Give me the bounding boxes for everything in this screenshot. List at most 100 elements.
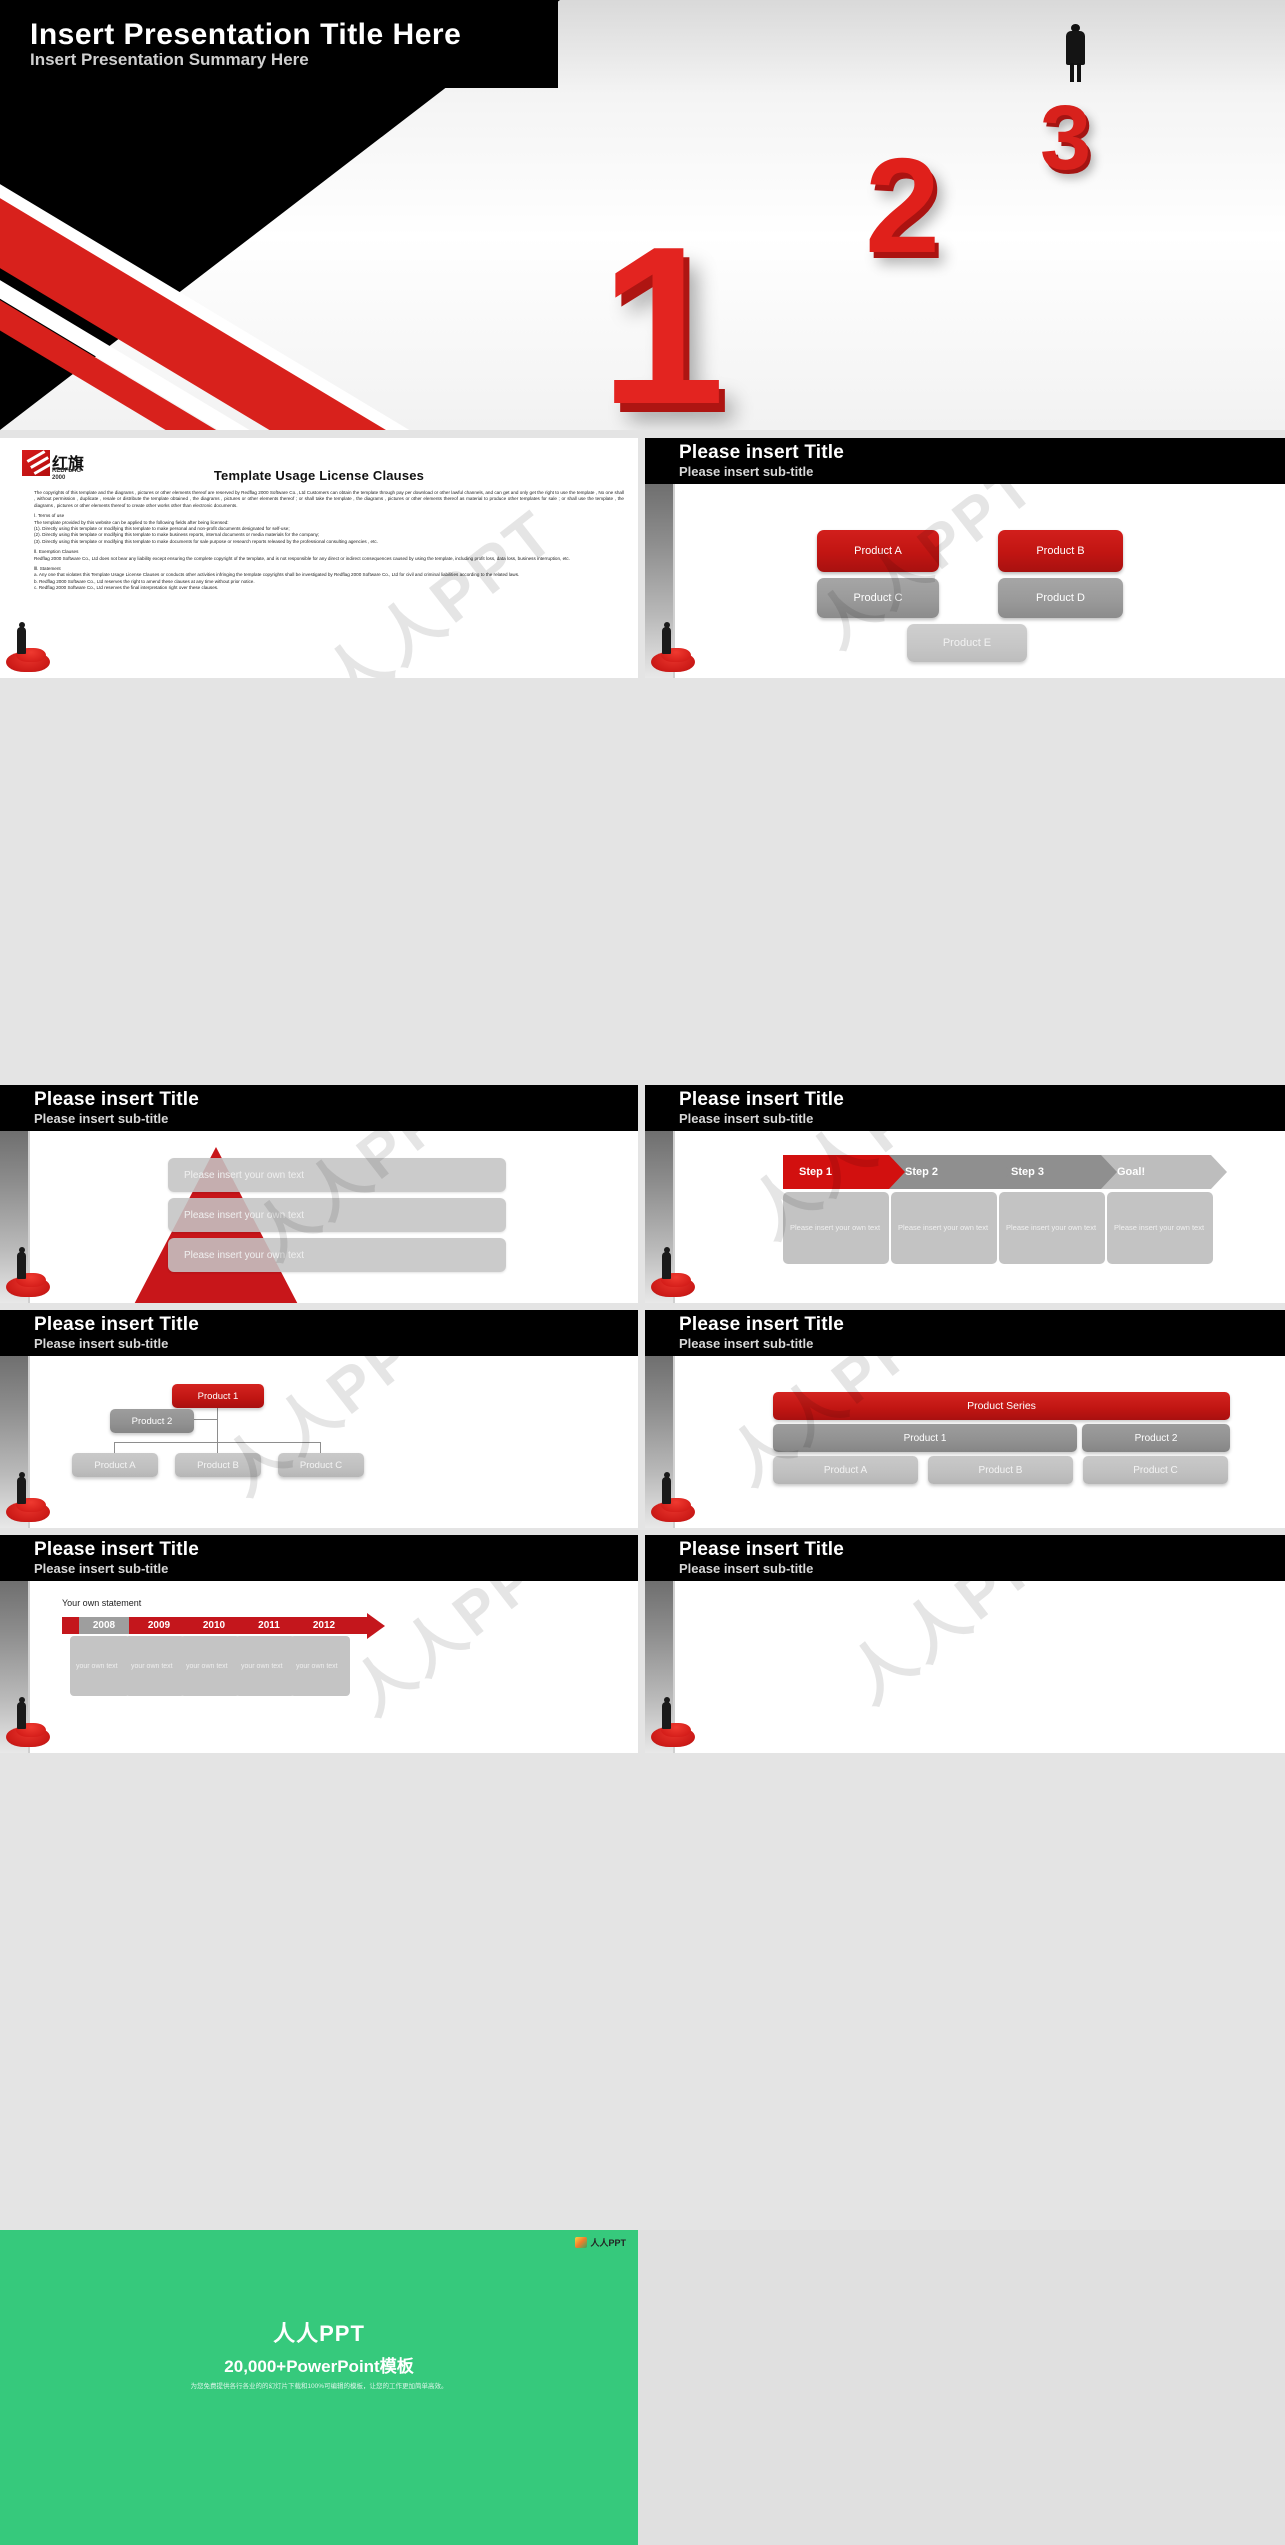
series-mid-2[interactable]: Product 2 bbox=[1082, 1424, 1230, 1452]
silhouette-head bbox=[663, 1247, 670, 1253]
template-preview-page: 3 2 1 Insert Presentation Title Here Ins… bbox=[0, 0, 1285, 2545]
cube bbox=[847, 1677, 881, 1711]
silhouette-head bbox=[663, 622, 670, 628]
slide-header: Please insert Title Please insert sub-ti… bbox=[0, 1535, 638, 1581]
timeline-card-5[interactable]: your own text bbox=[290, 1636, 350, 1696]
title-slide: 3 2 1 Insert Presentation Title Here Ins… bbox=[0, 0, 1285, 430]
products-slide: Please insert Title Please insert sub-ti… bbox=[645, 438, 1285, 678]
podium-number-3: 3 bbox=[1040, 87, 1092, 189]
series-bottom-a[interactable]: Product A bbox=[773, 1456, 918, 1484]
slide-title: Please insert Title bbox=[679, 1539, 845, 1560]
slide-header: Please insert Title Please insert sub-ti… bbox=[0, 1310, 638, 1356]
license-paragraph: c. Redflag 2000 Software Co., Ltd reserv… bbox=[34, 585, 219, 591]
cubes-slide: Please insert Title Please insert sub-ti… bbox=[645, 1535, 1285, 1753]
promo-right-filler bbox=[638, 2230, 1285, 2545]
presentation-title: Insert Presentation Title Here bbox=[30, 18, 462, 51]
product-button-c[interactable]: Product C bbox=[817, 578, 939, 618]
series-header[interactable]: Product Series bbox=[773, 1392, 1230, 1420]
pyramid-row-2[interactable]: Please insert your own text bbox=[168, 1198, 506, 1232]
step-body-1[interactable]: Please insert your own text bbox=[783, 1192, 889, 1264]
slide-title: Please insert Title bbox=[679, 1089, 845, 1110]
license-body: The copyrights of this template and the … bbox=[34, 490, 624, 592]
slide-header: Please insert Title Please insert sub-ti… bbox=[645, 1085, 1285, 1131]
promo-badge[interactable]: 人人PPT bbox=[575, 2236, 626, 2249]
slide-title: Please insert Title bbox=[34, 1539, 200, 1560]
slide-subtitle: Please insert sub-title bbox=[34, 1111, 169, 1126]
businessman-podium-graphic bbox=[651, 1245, 697, 1297]
product-button-e[interactable]: Product E bbox=[907, 624, 1027, 662]
timeline-year-2010[interactable]: 2010 bbox=[189, 1617, 239, 1634]
product-button-b[interactable]: Product B bbox=[998, 530, 1123, 572]
slide-header: Please insert Title Please insert sub-ti… bbox=[645, 1310, 1285, 1356]
orgchart-leaf-b[interactable]: Product B bbox=[175, 1453, 261, 1477]
steps-slide: Please insert Title Please insert sub-ti… bbox=[645, 1085, 1285, 1303]
presentation-subtitle: Insert Presentation Summary Here bbox=[30, 50, 309, 69]
orgchart-leaf-c[interactable]: Product C bbox=[278, 1453, 364, 1477]
series-bottom-c[interactable]: Product C bbox=[1083, 1456, 1228, 1484]
slide-title: Please insert Title bbox=[34, 1089, 200, 1110]
series-bottom-b[interactable]: Product B bbox=[928, 1456, 1073, 1484]
silhouette-body bbox=[17, 627, 26, 654]
step-chevron-3[interactable]: Step 3 bbox=[995, 1155, 1121, 1189]
silhouette-head bbox=[663, 1697, 670, 1703]
step-chevron-1[interactable]: Step 1 bbox=[783, 1155, 909, 1189]
businessman-podium-graphic bbox=[6, 1695, 52, 1747]
license-heading: Template Usage License Clauses bbox=[213, 468, 425, 483]
slide-subtitle: Please insert sub-title bbox=[34, 1561, 169, 1576]
pyramid-row-1[interactable]: Please insert your own text bbox=[168, 1158, 506, 1192]
timeline-year-2011[interactable]: 2011 bbox=[244, 1617, 294, 1634]
step-body-2[interactable]: Please insert your own text bbox=[891, 1192, 997, 1264]
businessman-podium-graphic bbox=[6, 620, 52, 672]
series-mid-1[interactable]: Product 1 bbox=[773, 1424, 1077, 1452]
slide-title: Please insert Title bbox=[679, 1314, 845, 1335]
license-paragraph: The copyrights of this template and the … bbox=[34, 490, 624, 508]
timeline-year-2008[interactable]: 2008 bbox=[79, 1617, 129, 1634]
orgchart-leaf-a[interactable]: Product A bbox=[72, 1453, 158, 1477]
product-button-a[interactable]: Product A bbox=[817, 530, 939, 572]
timeline-slide: Please insert Title Please insert sub-ti… bbox=[0, 1535, 638, 1753]
businessman-podium-graphic bbox=[651, 1695, 697, 1747]
license-paragraph: (3). Directly using this template or mod… bbox=[34, 538, 378, 544]
orgchart-root[interactable]: Product 1 bbox=[172, 1384, 264, 1408]
timeline-card-4[interactable]: your own text bbox=[235, 1636, 295, 1696]
timeline-card-2[interactable]: your own text bbox=[125, 1636, 185, 1696]
silhouette-leg-right bbox=[1077, 63, 1081, 82]
license-paragraph: Redflag 2000 Software Co., Ltd does not … bbox=[34, 555, 570, 561]
timeline-year-2012[interactable]: 2012 bbox=[299, 1617, 349, 1634]
promo-badge-label: 人人PPT bbox=[590, 2238, 626, 2248]
step-chevron-goal[interactable]: Goal! bbox=[1101, 1155, 1227, 1189]
slide-subtitle: Please insert sub-title bbox=[679, 1561, 814, 1576]
step-body-3[interactable]: Please insert your own text bbox=[999, 1192, 1105, 1264]
businessman-podium-graphic bbox=[6, 1245, 52, 1297]
silhouette-body bbox=[17, 1702, 26, 1729]
silhouette-body bbox=[662, 1252, 671, 1279]
slide-subtitle: Please insert sub-title bbox=[679, 1336, 814, 1351]
orgchart-branch[interactable]: Product 2 bbox=[110, 1409, 194, 1433]
promo-tagline: 20,000+PowerPoint模板 bbox=[224, 2357, 414, 2376]
ppt-logo-icon bbox=[575, 2237, 588, 2248]
silhouette-body bbox=[662, 627, 671, 654]
orgchart-slide: Please insert Title Please insert sub-ti… bbox=[0, 1310, 638, 1528]
timeline-card-1[interactable]: your own text bbox=[70, 1636, 130, 1696]
step-chevron-2[interactable]: Step 2 bbox=[889, 1155, 1015, 1189]
slide-subtitle: Please insert sub-title bbox=[679, 1111, 814, 1126]
silhouette-leg-left bbox=[1070, 63, 1074, 82]
slide-header: Please insert Title Please insert sub-ti… bbox=[0, 1085, 638, 1131]
promo-panel: 人人PPT 人人PPT 20,000+PowerPoint模板 为您免费提供各行… bbox=[0, 2230, 638, 2545]
slide-header: Please insert Title Please insert sub-ti… bbox=[645, 438, 1285, 484]
silhouette-body bbox=[17, 1252, 26, 1279]
slide-title: Please insert Title bbox=[679, 442, 845, 463]
silhouette-body bbox=[1066, 31, 1085, 65]
cube bbox=[1059, 1677, 1093, 1711]
silhouette-head bbox=[18, 1247, 25, 1253]
timeline-year-2009[interactable]: 2009 bbox=[134, 1617, 184, 1634]
product-button-d[interactable]: Product D bbox=[998, 578, 1123, 618]
timeline-card-3[interactable]: your own text bbox=[180, 1636, 240, 1696]
slide-subtitle: Please insert sub-title bbox=[679, 464, 814, 479]
silhouette-head bbox=[18, 1697, 25, 1703]
slide-subtitle: Please insert sub-title bbox=[34, 1336, 169, 1351]
pyramid-row-3[interactable]: Please insert your own text bbox=[168, 1238, 506, 1272]
silhouette-body bbox=[662, 1477, 671, 1504]
businessman-podium-graphic bbox=[6, 1470, 52, 1522]
step-body-4[interactable]: Please insert your own text bbox=[1107, 1192, 1213, 1264]
